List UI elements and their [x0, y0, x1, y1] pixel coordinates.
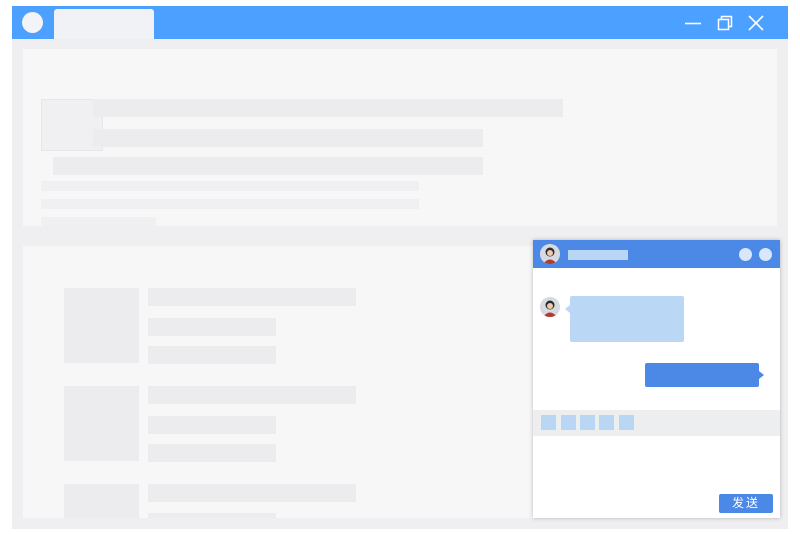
placeholder-line: [148, 288, 356, 306]
header-dot[interactable]: [759, 248, 772, 261]
close-icon: [748, 15, 764, 31]
chat-contact-name: [568, 250, 628, 260]
toolbar-icon[interactable]: [561, 415, 576, 430]
placeholder-line: [41, 217, 156, 226]
browser-tab[interactable]: [54, 9, 154, 39]
placeholder-line: [148, 346, 276, 364]
placeholder-line: [148, 386, 356, 404]
message-input[interactable]: [533, 436, 780, 496]
toolbar-icon[interactable]: [619, 415, 634, 430]
title-bar: [12, 6, 788, 39]
placeholder-line: [148, 444, 276, 462]
chat-widget: 发送: [533, 240, 780, 518]
list-item-thumbnail: [64, 484, 139, 518]
header-dot[interactable]: [739, 248, 752, 261]
send-button[interactable]: 发送: [719, 494, 773, 513]
avatar: [540, 244, 560, 264]
placeholder-line: [148, 513, 276, 518]
placeholder-line: [148, 484, 356, 502]
list-item-thumbnail: [64, 288, 139, 363]
user-avatar-icon: [540, 297, 560, 317]
restore-icon: [717, 15, 733, 31]
incoming-message-bubble: [565, 296, 684, 342]
minimize-icon: [685, 22, 701, 25]
placeholder-line: [93, 99, 563, 117]
close-button[interactable]: [745, 12, 767, 34]
outgoing-message-bubble: [645, 363, 764, 387]
toolbar-icon[interactable]: [541, 415, 556, 430]
restore-button[interactable]: [714, 12, 736, 34]
chat-header: [533, 240, 780, 268]
placeholder-line: [148, 318, 276, 336]
minimize-button[interactable]: [682, 12, 704, 34]
placeholder-line: [41, 199, 419, 209]
avatar: [540, 297, 560, 317]
placeholder-line: [53, 157, 483, 175]
placeholder-line: [148, 416, 276, 434]
profile-panel: [23, 49, 777, 226]
placeholder-line: [41, 181, 419, 191]
toolbar-icon[interactable]: [580, 415, 595, 430]
app-icon[interactable]: [22, 12, 43, 33]
list-item-thumbnail: [64, 386, 139, 461]
user-avatar-icon: [540, 244, 560, 264]
toolbar-icon[interactable]: [599, 415, 614, 430]
placeholder-line: [93, 129, 483, 147]
chat-toolbar: [533, 410, 780, 436]
